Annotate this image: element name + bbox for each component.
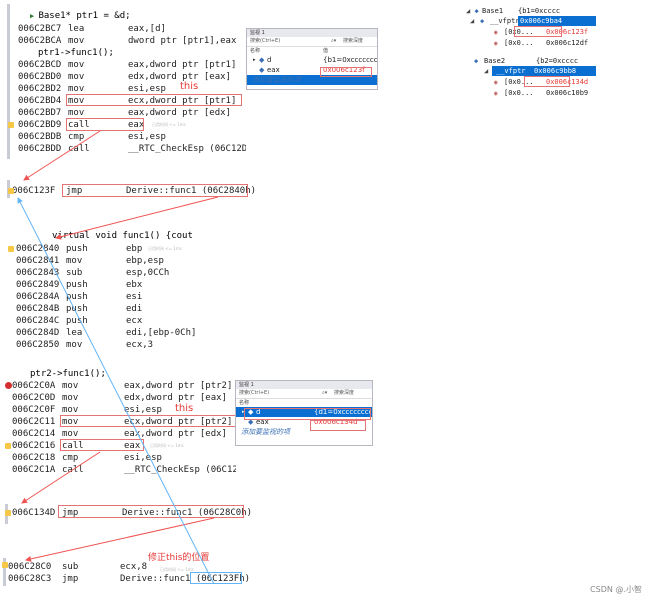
current-instruction-arrow-icon <box>2 562 8 568</box>
highlight-box <box>524 76 570 87</box>
tree-row[interactable]: ◉ [0x0... 0x006c123f <box>494 27 588 37</box>
highlight-box <box>66 94 242 106</box>
code-gutter-bar <box>7 4 10 159</box>
highlight-box <box>244 408 371 420</box>
object-icon: ◆ <box>474 57 479 65</box>
disasm-line[interactable]: 006C2C1A call __RTC_CheckEsp (06C12D <box>12 464 236 476</box>
pointer-icon: ◉ <box>494 79 498 86</box>
search-icon[interactable]: ⌕▾ <box>331 37 336 46</box>
current-instruction-arrow-icon <box>8 122 14 128</box>
tree-row[interactable]: ◉ [0x0... 0x006c12df <box>494 38 588 48</box>
highlight-box <box>62 184 248 197</box>
watch-window[interactable]: 监视 1 搜索(Ctrl+E) ⌕▾ 搜索深度 名称值 ▸ ◆ d {b1=0xccccc… <box>246 28 378 90</box>
breakpoint-icon[interactable] <box>5 382 12 389</box>
highlight-box <box>514 26 562 37</box>
vfptr-row-selected[interactable]: __vfptr 0x006c9bb8 <box>492 66 596 76</box>
tree-row[interactable]: ◉ [0x0... 0x006c134d <box>494 77 588 87</box>
expand-triangle-icon[interactable]: ◢ <box>484 67 488 75</box>
object-icon: ◆ <box>474 7 479 15</box>
highlight-box <box>320 67 372 77</box>
current-instruction-arrow-icon <box>5 510 11 516</box>
current-instruction-arrow-icon <box>8 188 14 194</box>
expand-triangle-icon[interactable]: ◢ <box>470 17 474 25</box>
watch-search[interactable]: 搜索(Ctrl+E) ⌕▾ 搜索深度 <box>247 37 377 47</box>
watch-search[interactable]: 搜索(Ctrl+E) ⌕▾ 搜索深度 <box>236 389 372 399</box>
fix-this-annotation: 修正this的位置 <box>148 553 210 563</box>
current-instruction-arrow-icon <box>5 443 11 449</box>
pointer-icon: ◉ <box>494 29 498 36</box>
highlight-box <box>58 505 244 518</box>
highlight-box <box>310 420 366 431</box>
highlight-box-blue <box>190 572 242 584</box>
source-line: ptr2->func1(); <box>30 369 106 379</box>
current-instruction-arrow-icon <box>8 246 14 252</box>
tree-row[interactable]: ◉ [0x0... 0x006c10b9 <box>494 88 588 98</box>
pointer-icon: ◉ <box>494 90 498 97</box>
watch-header: 名称值 <box>250 48 329 54</box>
highlight-box <box>66 118 144 131</box>
vfptr-value: 0x006c9ba4 <box>518 16 596 26</box>
elapsed-tip: 已用时间 <= 1ms <box>150 443 184 448</box>
source-line: ptr1->func1(); <box>38 48 114 58</box>
pointer-icon: ◉ <box>494 40 498 47</box>
source-line: ▶ Base1* ptr1 = &d; <box>30 11 131 21</box>
variable-icon: ◆ <box>259 66 265 74</box>
highlight-box <box>60 439 144 451</box>
search-icon[interactable]: ⌕▾ <box>322 389 327 398</box>
expand-triangle-icon[interactable]: ▸ <box>253 55 256 65</box>
elapsed-tip: 已用时间 <= 1ms <box>152 122 186 127</box>
watch-title: 监视 1 <box>236 381 372 389</box>
watch-title: 监视 1 <box>247 29 377 37</box>
tree-row[interactable]: ◢ ◆ Base1 {b1=0xcccc <box>466 6 560 16</box>
watch-row[interactable]: ▸ ◆ d {b1=0xcccccccc <box>247 55 377 65</box>
disasm-line[interactable]: 006C2BDD call __RTC_CheckEsp (06C12D0 <box>18 143 246 155</box>
highlight-box <box>60 415 236 427</box>
this-annotation: this <box>180 81 199 92</box>
vfptr-icon: ◆ <box>480 17 485 25</box>
source-line: virtual void func1() {cout << "D <box>52 231 193 241</box>
tree-row[interactable]: ◆ Base2 {b2=0xcccc <box>474 56 578 66</box>
watermark: CSDN @.小智 <box>590 585 642 594</box>
variable-icon: ◆ <box>259 56 265 64</box>
this-annotation: this <box>175 403 194 414</box>
watch-header: 名称 <box>239 400 250 406</box>
